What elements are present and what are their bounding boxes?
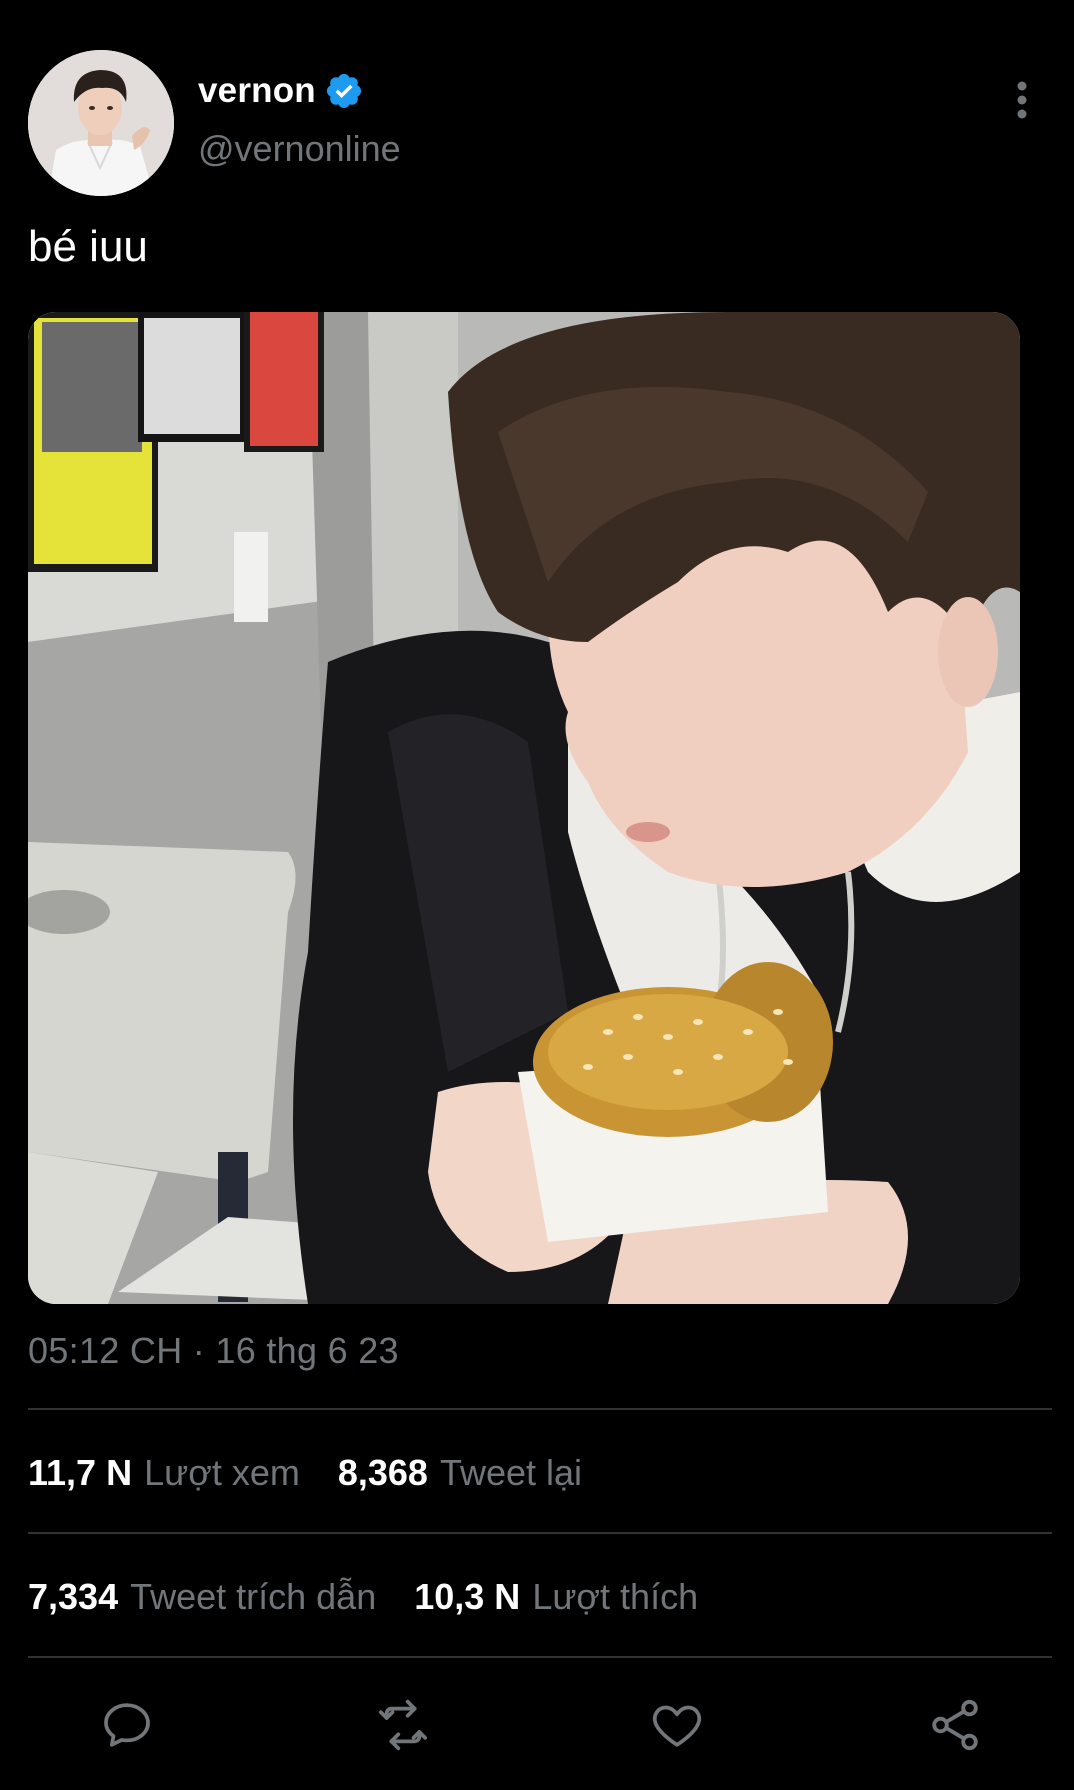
views-label: Lượt xem (144, 1452, 300, 1493)
quotes-count: 7,334 (28, 1576, 119, 1617)
tweet-text: bé iuu (28, 222, 148, 271)
tweet-media-photo[interactable] (28, 312, 1020, 1304)
retweet-icon[interactable] (368, 1690, 438, 1760)
retweets-stat[interactable]: 8,368 Tweet lại (338, 1452, 582, 1494)
more-options-icon[interactable] (1004, 78, 1040, 122)
verified-badge-icon (324, 71, 364, 111)
tweet-detail: vernon @vernonline bé iuu 05:12 CH · 16 … (0, 0, 1074, 1790)
share-icon[interactable] (920, 1690, 990, 1760)
divider (28, 1408, 1052, 1410)
likes-stat[interactable]: 10,3 N Lượt thích (414, 1576, 698, 1618)
author-block[interactable]: vernon @vernonline (198, 66, 401, 170)
handle[interactable]: @vernonline (198, 128, 401, 170)
retweets-label: Tweet lại (439, 1452, 583, 1493)
display-name[interactable]: vernon (198, 71, 316, 111)
action-bar (0, 1690, 1074, 1760)
divider (28, 1532, 1052, 1534)
reply-icon[interactable] (92, 1690, 162, 1760)
retweets-count: 8,368 (337, 1452, 428, 1493)
likes-label: Lượt thích (532, 1576, 699, 1617)
divider (28, 1656, 1052, 1658)
stats-row-views-retweets: 11,7 N Lượt xem 8,368 Tweet lại (28, 1452, 582, 1494)
views-stat[interactable]: 11,7 N Lượt xem (28, 1452, 300, 1494)
views-count: 11,7 N (28, 1452, 133, 1493)
quotes-label: Tweet trích dẫn (130, 1576, 377, 1617)
like-icon[interactable] (642, 1690, 712, 1760)
likes-count: 10,3 N (414, 1576, 521, 1617)
name-row: vernon (198, 66, 401, 116)
quotes-stat[interactable]: 7,334 Tweet trích dẫn (28, 1576, 376, 1618)
tweet-timestamp[interactable]: 05:12 CH · 16 thg 6 23 (28, 1330, 399, 1372)
stats-row-quotes-likes: 7,334 Tweet trích dẫn 10,3 N Lượt thích (28, 1576, 698, 1618)
avatar[interactable] (28, 50, 174, 196)
